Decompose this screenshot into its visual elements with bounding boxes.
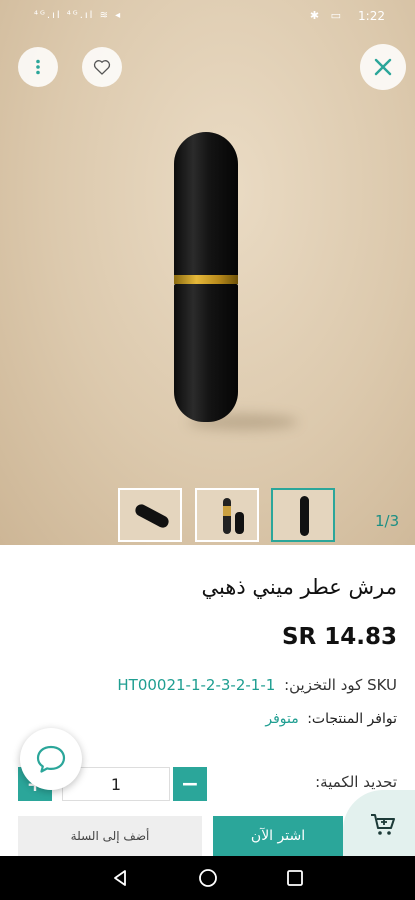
buy-now-button[interactable]: اشتر الآن: [213, 816, 343, 856]
nav-recent-apps-button[interactable]: [283, 866, 307, 890]
nav-home-button[interactable]: [196, 866, 220, 890]
quantity-decrease-button[interactable]: −: [173, 767, 207, 801]
product-title: مرش عطر ميني ذهبي: [201, 575, 397, 599]
more-vertical-icon: [36, 59, 40, 75]
cart-icon: [371, 814, 395, 835]
more-options-button[interactable]: [18, 47, 58, 87]
back-icon: [114, 870, 126, 886]
chat-icon: [36, 745, 66, 773]
sku-label: SKU كود التخزين:: [284, 676, 397, 694]
add-to-cart-button[interactable]: أضف إلى السلة: [18, 816, 202, 856]
sku-row: SKU كود التخزين: HT00021-1-2-3-2-1-1: [117, 676, 397, 694]
heart-icon: [93, 60, 111, 75]
signal-icons: ⁴ᴳ.ıl ⁴ᴳ.ıl ≋ ◂: [34, 10, 123, 21]
home-icon: [199, 869, 217, 887]
nav-back-button[interactable]: [108, 866, 132, 890]
thumbnail-3[interactable]: [271, 488, 335, 542]
availability-value: متوفر: [265, 711, 299, 727]
availability-row: توافر المنتجات: متوفر: [265, 711, 397, 727]
system-navigation-bar: [0, 856, 415, 900]
product-price: SR 14.83: [281, 624, 397, 650]
quantity-label: تحديد الكمية:: [315, 773, 397, 791]
product-image-area: ⁴ᴳ.ıl ⁴ᴳ.ıl ≋ ◂ ✱ ▭ 1:22 1/3: [0, 0, 415, 545]
thumbnail-2[interactable]: [195, 488, 259, 542]
product-photo[interactable]: [168, 132, 298, 432]
status-time: 1:22: [358, 9, 385, 23]
status-bar: ⁴ᴳ.ıl ⁴ᴳ.ıl ≋ ◂ ✱ ▭ 1:22: [0, 0, 415, 34]
minus-icon: −: [180, 771, 200, 797]
recent-apps-icon: [287, 870, 303, 886]
thumbnail-1[interactable]: [118, 488, 182, 542]
availability-label: توافر المنتجات:: [307, 711, 397, 727]
image-counter: 1/3: [375, 512, 400, 530]
sku-value: HT00021-1-2-3-2-1-1: [117, 676, 276, 694]
chat-button[interactable]: [20, 728, 82, 790]
system-icons: ✱ ▭: [309, 9, 345, 22]
close-button[interactable]: [360, 44, 406, 90]
close-icon: [374, 58, 392, 76]
cart-button[interactable]: [343, 790, 415, 860]
wishlist-button[interactable]: [82, 47, 122, 87]
